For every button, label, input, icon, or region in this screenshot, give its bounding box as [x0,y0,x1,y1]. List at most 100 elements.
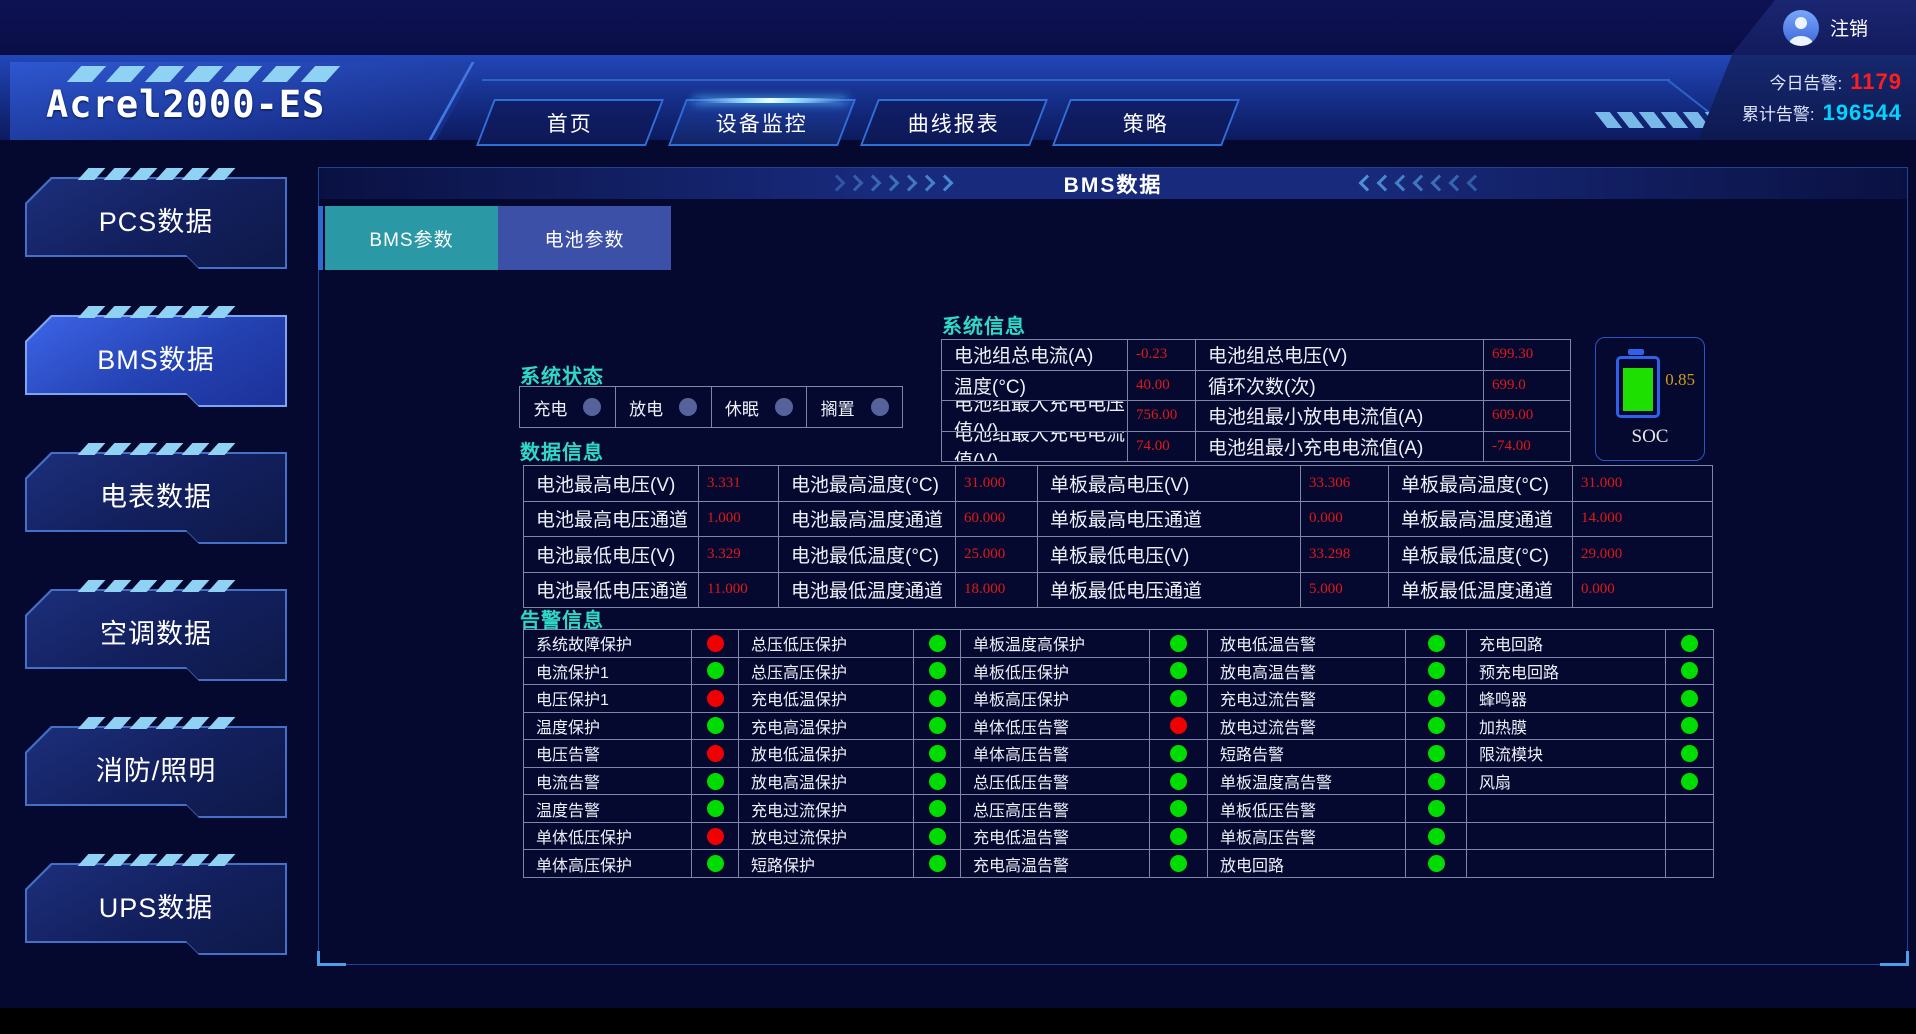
sidebar-item[interactable]: PCS数据 [25,177,287,269]
info-value-cell: 609.00 [1484,401,1570,431]
title-chevrons-left-icon [1361,177,1481,189]
sidebar-item[interactable]: 电表数据 [25,452,287,544]
data-label-cell: 电池最高电压通道 [524,502,698,537]
alarm-status-dot [1428,828,1445,845]
alarm-status-cell [1150,713,1207,740]
alarm-status-dot [707,745,724,762]
nav-tab-label: 曲线报表 [908,108,1000,138]
logout-label: 注销 [1830,14,1868,41]
stripe-decoration [104,854,132,866]
nav-tab[interactable]: 策略 [1052,99,1240,146]
alarm-status-cell [1666,795,1713,822]
nav-strip-line [482,79,1670,81]
today-alarm-label: 今日告警: [1770,69,1843,94]
sidebar-item-face: BMS数据 [27,317,285,405]
alarm-status-cell [914,740,960,767]
title-chevrons-right-icon [831,177,951,189]
alarm-status-cell [1406,630,1466,657]
alarm-status-cell [914,630,960,657]
alarm-status-dot [1170,690,1187,707]
footer-band [0,1008,1916,1034]
chevron-left-icon [1467,175,1484,192]
sidebar-item[interactable]: BMS数据 [25,315,287,407]
alarm-status-cell [1666,658,1713,685]
alarm-status-dot [1170,828,1187,845]
sidebar-item[interactable]: 空调数据 [25,589,287,681]
nav-tab[interactable]: 设备监控 [668,99,856,146]
alarm-status-dot [929,662,946,679]
stripe-decoration [182,306,210,318]
sidebar-item[interactable]: 消防/照明 [25,726,287,818]
tab-inactive[interactable]: 电池参数 [498,206,671,270]
info-label-cell: 电池组最大充电电压值(V) [942,401,1127,431]
alarm-label-cell: 充电过流保护 [739,795,913,822]
stripe-decoration [156,854,184,866]
sidebar-item-label: BMS数据 [97,338,215,377]
stripe-decoration [130,443,158,455]
status-indicator-dot [679,398,697,416]
data-value-cell: 1.000 [699,502,778,537]
stripe-decoration [78,168,106,180]
chevron-left-icon [1431,175,1448,192]
info-label-cell: 循环次数(次) [1196,371,1483,401]
alarm-status-dot [929,773,946,790]
alarm-info-table: 系统故障保护总压低压保护单板温度高保护放电低温告警充电回路电流保护1总压高压保护… [523,629,1714,878]
alarm-status-dot [707,717,724,734]
data-value-cell: 11.000 [699,573,778,608]
alarm-label-cell [1467,850,1665,877]
screen: 注销 Acrel2000-ES 首页设备监控曲线报表策略 今日告警: 1179 … [0,0,1916,1034]
chevron-right-icon [901,175,918,192]
alarm-status-cell [1666,740,1713,767]
stripe-decoration [130,306,158,318]
stripe-decoration [184,66,223,82]
alarm-status-cell [914,685,960,712]
alarm-label-cell: 风扇 [1467,768,1665,795]
alarm-status-cell [914,850,960,877]
sidebar-item-label: 消防/照明 [96,749,217,788]
data-label-cell: 单板最低温度通道 [1389,573,1572,608]
data-info-table: 电池最高电压(V)3.331电池最高温度(°C)31.000单板最高电压(V)3… [523,465,1713,608]
alarm-status-cell [1150,850,1207,877]
alarm-status-dot [1428,773,1445,790]
stripe-decoration [78,854,106,866]
alarm-status-dot [707,855,724,872]
alarm-label-cell: 限流模块 [1467,740,1665,767]
stripe-decoration [104,717,132,729]
sidebar-item[interactable]: UPS数据 [25,863,287,955]
alarm-status-cell [1150,740,1207,767]
alarm-status-cell [692,823,738,850]
status-indicator-dot [583,398,601,416]
alarm-label-cell: 单板低压保护 [961,658,1149,685]
alarm-label-cell: 电压告警 [524,740,691,767]
alarm-status-cell [1666,850,1713,877]
data-value-cell: 3.331 [699,466,778,501]
data-value-cell: 0.000 [1573,573,1712,608]
chevron-left-icon [1413,175,1430,192]
info-value-cell: 40.00 [1128,371,1195,401]
soc-panel: 0.85 SOC [1595,337,1705,461]
alarm-label-cell: 放电过流保护 [739,823,913,850]
sidebar-item-face: PCS数据 [27,179,285,267]
tab-active[interactable]: BMS参数 [325,206,498,270]
data-label-cell: 单板最高温度通道 [1389,502,1572,537]
alarm-label-cell: 单体低压告警 [961,713,1149,740]
today-alarm-value: 1179 [1850,69,1902,95]
system-status-table: 充电放电休眠搁置 [519,386,903,428]
system-status-title: 系统状态 [520,360,604,389]
alarm-status-cell [1406,850,1466,877]
logout-button[interactable]: 注销 [1731,0,1916,55]
nav-tab[interactable]: 首页 [476,99,664,146]
nav-tab[interactable]: 曲线报表 [860,99,1048,146]
data-value-cell: 18.000 [956,573,1037,608]
alarm-status-dot [707,828,724,845]
info-label-cell: 电池组最大充电电流值(V) [942,432,1127,462]
data-label-cell: 电池最高温度通道 [779,502,955,537]
main-panel: BMS数据 BMS参数电池参数 系统状态 充电放电休眠搁置 系统信息 电池组总电… [318,167,1908,965]
system-info-table: 电池组总电流(A)-0.23电池组总电压(V)699.30温度(°C)40.00… [941,339,1571,462]
info-label-cell: 电池组最小放电电流值(A) [1196,401,1483,431]
stripe-decoration [156,443,184,455]
topbar: 注销 [0,0,1916,55]
alarm-label-cell: 加热膜 [1467,713,1665,740]
status-cell: 放电 [616,387,711,427]
info-label-cell: 温度(°C) [942,371,1127,401]
